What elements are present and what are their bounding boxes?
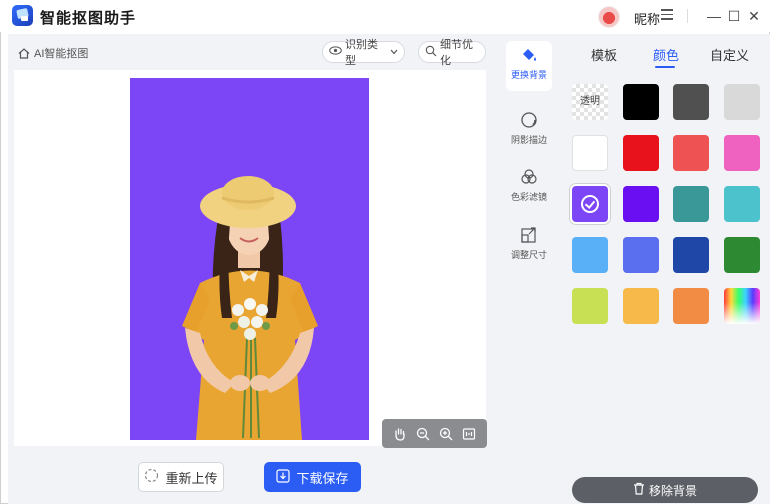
resize-icon: [520, 226, 538, 244]
recognize-type-dropdown[interactable]: 识别类型: [322, 39, 405, 67]
tab-color[interactable]: 颜色: [653, 45, 679, 64]
breadcrumb[interactable]: AI智能抠图: [18, 45, 88, 61]
tool-shadow-outline[interactable]: 阴影描边: [506, 106, 552, 156]
menu-icon[interactable]: [661, 9, 673, 21]
tool-color-filter[interactable]: 色彩滤镜: [506, 163, 552, 213]
photo-preview: [130, 78, 369, 440]
paint-bucket-icon: [520, 46, 538, 64]
color-swatch[interactable]: [572, 186, 608, 222]
detail-optimize-button[interactable]: 细节优化: [418, 39, 486, 67]
trash-icon: [633, 482, 645, 498]
color-swatch[interactable]: [623, 237, 659, 273]
download-save-button[interactable]: 下载保存: [264, 462, 361, 492]
check-icon: [581, 195, 599, 213]
zoom-out-icon[interactable]: [416, 427, 430, 441]
remove-background-button[interactable]: 移除背景: [572, 477, 758, 503]
close-button[interactable]: ✕: [744, 6, 764, 26]
avatar[interactable]: [598, 6, 620, 28]
color-swatch[interactable]: [724, 237, 760, 273]
refresh-icon: [144, 468, 159, 486]
divider: [687, 9, 688, 23]
color-swatch[interactable]: [673, 186, 709, 222]
tool-label: 更换背景: [510, 70, 547, 80]
shadow-circle-icon: [520, 111, 538, 129]
minimize-button[interactable]: —: [704, 6, 724, 26]
eye-icon: [329, 46, 342, 58]
active-tab-indicator: [655, 66, 675, 68]
color-swatch[interactable]: [724, 84, 760, 120]
color-swatch[interactable]: [572, 135, 608, 171]
swatch-transparent[interactable]: 透明: [572, 84, 608, 120]
app-logo-icon: [12, 5, 33, 26]
tool-change-background[interactable]: 更换背景: [506, 41, 552, 91]
maximize-button[interactable]: ☐: [724, 6, 744, 26]
color-swatch[interactable]: [724, 186, 760, 222]
reupload-label: 重新上传: [165, 470, 218, 486]
color-filter-icon: [520, 168, 538, 186]
color-swatch[interactable]: [623, 288, 659, 324]
download-label: 下载保存: [296, 470, 349, 486]
color-swatch[interactable]: [673, 288, 709, 324]
zoom-toolbar: [382, 419, 487, 448]
color-swatch[interactable]: [572, 237, 608, 273]
color-swatch[interactable]: [673, 135, 709, 171]
zoom-in-icon[interactable]: [439, 427, 453, 441]
title-bar: 智能抠图助手 昵称 — ☐ ✕: [0, 0, 770, 32]
color-swatch[interactable]: [673, 84, 709, 120]
color-swatch[interactable]: [572, 288, 608, 324]
app-title: 智能抠图助手: [40, 10, 137, 27]
fit-icon[interactable]: [462, 427, 476, 441]
reupload-button[interactable]: 重新上传: [138, 462, 224, 492]
color-swatch[interactable]: [623, 135, 659, 171]
color-swatch[interactable]: [724, 135, 760, 171]
nickname[interactable]: 昵称: [634, 9, 660, 28]
color-swatch[interactable]: [673, 237, 709, 273]
tab-template[interactable]: 模板: [591, 45, 617, 64]
person-cutout: [182, 176, 318, 440]
hand-icon[interactable]: [393, 427, 407, 441]
swatch-custom-gradient[interactable]: [724, 288, 760, 324]
breadcrumb-label: AI智能抠图: [34, 48, 89, 60]
chevron-down-icon: [390, 46, 398, 58]
remove-background-label: 移除背景: [648, 483, 697, 498]
recognize-type-label: 识别类型: [345, 39, 378, 67]
tool-label: 调整尺寸: [510, 250, 547, 260]
magnifier-icon: [425, 45, 437, 60]
tool-label: 色彩滤镜: [510, 192, 547, 202]
color-swatch[interactable]: [623, 84, 659, 120]
tool-label: 阴影描边: [510, 135, 547, 145]
tab-custom[interactable]: 自定义: [710, 45, 749, 64]
detail-optimize-label: 细节优化: [440, 39, 473, 67]
home-icon: [18, 47, 30, 59]
download-icon: [276, 468, 291, 486]
tool-resize[interactable]: 调整尺寸: [506, 221, 552, 271]
color-swatch[interactable]: [623, 186, 659, 222]
